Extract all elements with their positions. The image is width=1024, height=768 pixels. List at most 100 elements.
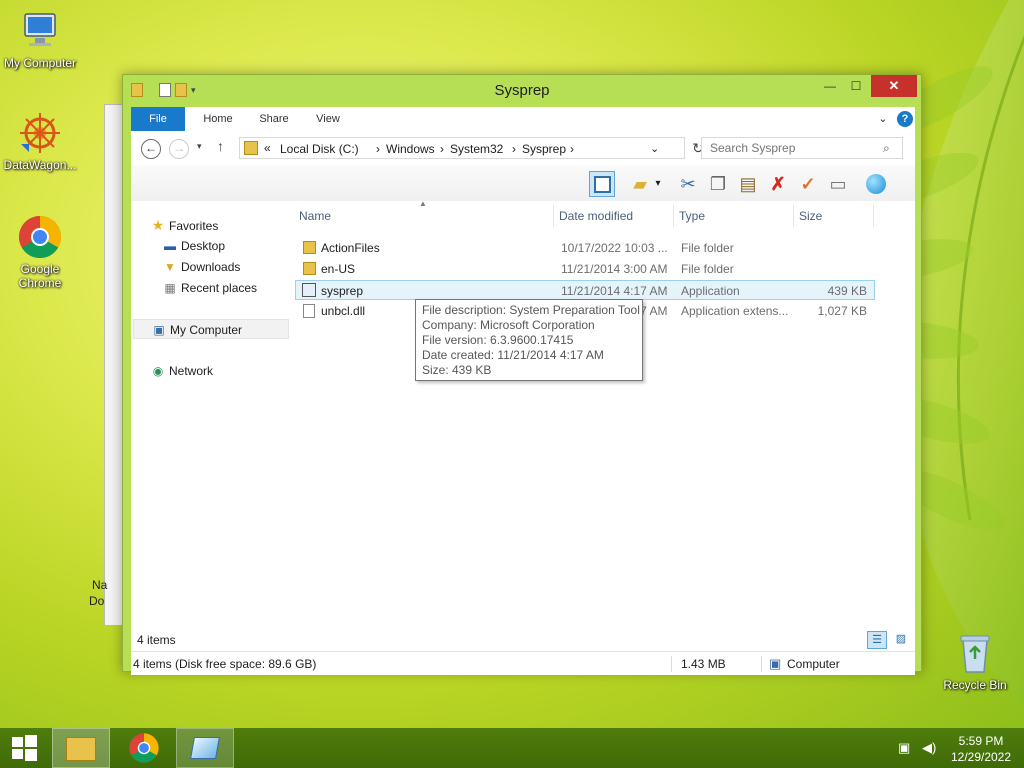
clock-time: 5:59 PM <box>958 734 1004 748</box>
breadcrumb-sysprep[interactable]: Sysprep <box>522 142 566 156</box>
taskbar: ▣ ◀) 5:59 PM 12/29/2022 <box>0 728 1024 768</box>
chevron-down-icon[interactable]: ▾ <box>651 171 665 197</box>
paste-icon[interactable]: ▤ <box>735 171 761 197</box>
nav-label: Downloads <box>181 260 241 274</box>
file-type: Application extens... <box>681 304 789 318</box>
taskbar-file-explorer[interactable] <box>52 728 110 768</box>
checkmark-icon[interactable]: ✓ <box>795 171 821 197</box>
tab-share[interactable]: Share <box>249 107 299 131</box>
chevron-right-icon[interactable]: › <box>440 142 444 156</box>
file-name: sysprep <box>321 284 364 298</box>
network-tray-icon[interactable]: ▣ <box>898 740 910 756</box>
column-divider[interactable] <box>793 205 794 227</box>
column-header-type[interactable]: Type <box>679 209 705 223</box>
chevron-down-icon[interactable]: ⌄ <box>650 142 659 155</box>
file-row[interactable]: ActionFiles 10/17/2022 10:03 ... File fo… <box>299 238 875 258</box>
up-button[interactable]: ↑ <box>217 138 224 154</box>
column-header-date-modified[interactable]: Date modified <box>559 209 633 223</box>
file-type: File folder <box>681 262 734 276</box>
cut-icon[interactable]: ✂ <box>675 171 701 197</box>
nav-item-recent-places[interactable]: ▦ Recent places <box>161 278 257 298</box>
delete-icon[interactable]: ✗ <box>765 171 791 197</box>
desktop-icon-google-chrome[interactable]: Google Chrome <box>0 214 80 290</box>
nav-item-desktop[interactable]: ▬ Desktop <box>161 236 225 256</box>
status-location: Computer <box>787 657 840 671</box>
preview-pane-icon[interactable] <box>589 171 615 197</box>
tab-home[interactable]: Home <box>193 107 243 131</box>
chevron-down-icon[interactable]: ⌄ <box>873 107 893 131</box>
chevron-right-icon[interactable]: › <box>570 142 574 156</box>
ribbon-tabs: File Home Share View ⌄ ? <box>131 107 915 131</box>
desktop-icon-recycle-bin[interactable]: Recycle Bin <box>935 630 1015 692</box>
start-button[interactable] <box>0 728 48 768</box>
clock-date: 12/29/2022 <box>950 750 1012 764</box>
desktop-icon-datawagon[interactable]: DataWagon... <box>0 110 80 172</box>
volume-tray-icon[interactable]: ◀) <box>922 740 936 756</box>
nav-label: Favorites <box>169 219 219 233</box>
status-size: 1.43 MB <box>681 657 726 671</box>
file-explorer-icon <box>66 737 96 761</box>
explorer-window[interactable]: ▾ Sysprep — ☐ ✕ File Home Share View ⌄ ?… <box>122 74 922 675</box>
desktop-icon-my-computer[interactable]: My Computer <box>0 8 80 70</box>
file-type: File folder <box>681 241 734 255</box>
dll-file-icon <box>303 304 315 318</box>
breadcrumb-windows[interactable]: Windows <box>386 142 435 156</box>
column-header-size[interactable]: Size <box>799 209 822 223</box>
minimize-button[interactable]: — <box>817 75 843 97</box>
help-icon[interactable]: ? <box>897 111 913 127</box>
folder-icon <box>244 141 258 155</box>
breadcrumb-local-disk[interactable]: Local Disk (C:) <box>280 142 359 156</box>
large-icons-view-icon[interactable]: ▨ <box>891 631 911 649</box>
command-toolbar: ▰ ▾ ✂ ❐ ▤ ✗ ✓ ▭ <box>131 165 915 201</box>
rename-icon[interactable]: ▭ <box>825 171 851 197</box>
chevron-right-icon[interactable]: › <box>512 142 516 156</box>
status-summary: 4 items (Disk free space: 89.6 GB) <box>133 657 317 671</box>
file-row[interactable]: en-US 11/21/2014 3:00 AM File folder <box>299 259 875 279</box>
tooltip-version: File version: 6.3.9600.17415 <box>422 333 574 347</box>
clock[interactable]: 5:59 PM 12/29/2022 <box>948 734 1014 764</box>
tooltip-date-created: Date created: 11/21/2014 4:17 AM <box>422 348 604 362</box>
nav-item-my-computer[interactable]: ▣ My Computer <box>133 319 289 339</box>
address-bar[interactable]: « Local Disk (C:) › Windows › System32 ›… <box>239 137 685 159</box>
maximize-button[interactable]: ☐ <box>843 75 869 97</box>
folder-check-icon[interactable]: ▰ <box>627 171 653 197</box>
search-input[interactable] <box>701 137 903 159</box>
nav-item-network[interactable]: ◉ Network <box>149 361 213 381</box>
search-icon: ⌕ <box>883 141 890 155</box>
taskbar-chrome[interactable] <box>116 728 172 768</box>
desktop-icon-label: DataWagon... <box>3 158 77 172</box>
sort-ascending-icon: ▲ <box>419 199 427 208</box>
nav-item-favorites[interactable]: ★ Favorites <box>149 215 219 235</box>
desktop-icon: ▬ <box>164 239 176 253</box>
desktop-icon-label: My Computer <box>3 56 77 70</box>
close-button[interactable]: ✕ <box>871 75 917 97</box>
tab-view[interactable]: View <box>305 107 351 131</box>
item-count: 4 items <box>137 633 176 647</box>
divider <box>671 656 672 672</box>
nav-item-downloads[interactable]: ▼ Downloads <box>161 257 240 277</box>
file-row-selected[interactable]: sysprep 11/21/2014 4:17 AM Application 4… <box>295 280 875 300</box>
title-bar[interactable]: ▾ Sysprep — ☐ ✕ <box>123 75 921 105</box>
tab-file[interactable]: File <box>131 107 185 131</box>
column-divider[interactable] <box>673 205 674 227</box>
column-header-name[interactable]: Name <box>299 209 331 223</box>
recent-locations-icon[interactable]: ▾ <box>197 141 202 152</box>
forward-button[interactable]: → <box>169 139 189 159</box>
divider <box>761 656 762 672</box>
globe-icon[interactable] <box>863 171 889 197</box>
breadcrumb-system32[interactable]: System32 <box>450 142 503 156</box>
copy-icon[interactable]: ❐ <box>705 171 731 197</box>
column-divider[interactable] <box>553 205 554 227</box>
file-name: ActionFiles <box>321 241 380 255</box>
nav-label: My Computer <box>170 323 243 337</box>
details-view-icon[interactable]: ☰ <box>867 631 887 649</box>
back-button[interactable]: ← <box>141 139 161 159</box>
nav-label: Network <box>169 364 214 378</box>
datawagon-icon <box>20 113 60 153</box>
desktop-icon-label: Recycle Bin <box>943 678 1007 692</box>
address-overflow[interactable]: « <box>264 141 271 155</box>
network-icon: ◉ <box>152 364 164 378</box>
column-divider[interactable] <box>873 205 874 227</box>
chevron-right-icon[interactable]: › <box>376 142 380 156</box>
taskbar-app[interactable] <box>176 728 234 768</box>
